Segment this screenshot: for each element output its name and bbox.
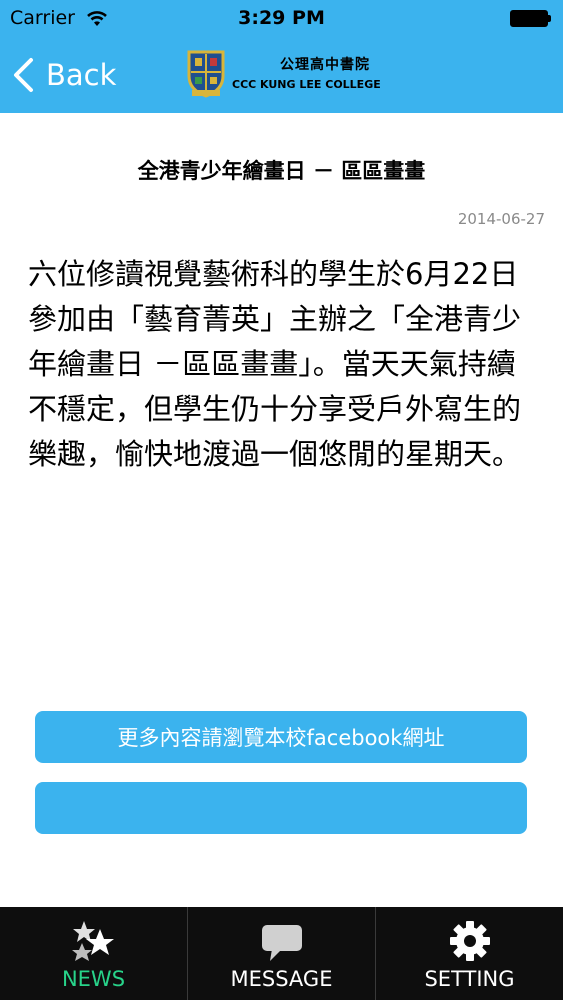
battery-icon (510, 10, 551, 27)
screen: Carrier 3:29 PM Back 公理高中書院 CCC KUNG LEE… (0, 0, 563, 1000)
status-bar: Carrier 3:29 PM (0, 0, 563, 38)
facebook-link-label: 更多內容請瀏覽本校facebook網址 (117, 726, 445, 750)
speech-bubble-icon (261, 925, 302, 961)
article-date: 2014-06-27 (457, 210, 545, 228)
tab-news[interactable]: NEWS (0, 907, 187, 1000)
tab-bar: NEWS MESSAGE SETTING (0, 907, 563, 1000)
school-logo: 公理高中書院 CCC KUNG LEE COLLEGE (186, 44, 381, 100)
stars-icon (71, 921, 114, 961)
school-name: 公理高中書院 CCC KUNG LEE COLLEGE (232, 54, 381, 91)
secondary-button[interactable] (35, 782, 527, 834)
tab-news-label: NEWS (61, 967, 126, 991)
facebook-link-button[interactable]: 更多內容請瀏覽本校facebook網址 (35, 711, 527, 763)
school-name-cn: 公理高中書院 (280, 56, 370, 73)
tab-message[interactable]: MESSAGE (187, 907, 375, 1000)
back-button[interactable]: Back (12, 50, 116, 100)
tab-message-label: MESSAGE (230, 967, 333, 991)
chevron-left-icon (14, 58, 33, 92)
tab-setting[interactable]: SETTING (375, 907, 563, 1000)
top-bar: Carrier 3:29 PM Back 公理高中書院 CCC KUNG LEE… (0, 0, 563, 113)
school-crest-icon (187, 50, 225, 98)
tab-setting-label: SETTING (424, 967, 515, 991)
school-name-en: CCC KUNG LEE COLLEGE (232, 77, 381, 91)
article-body: 六位修讀視覺藝術科的學生於6月22日參加由「藝育菁英」主辦之「全港青少年繪畫日 … (28, 257, 522, 471)
status-time: 3:29 PM (238, 7, 325, 29)
back-label: Back (46, 58, 117, 92)
gear-icon (449, 921, 490, 961)
article-title: 全港青少年繪畫日 － 區區畫畫 (137, 159, 426, 183)
